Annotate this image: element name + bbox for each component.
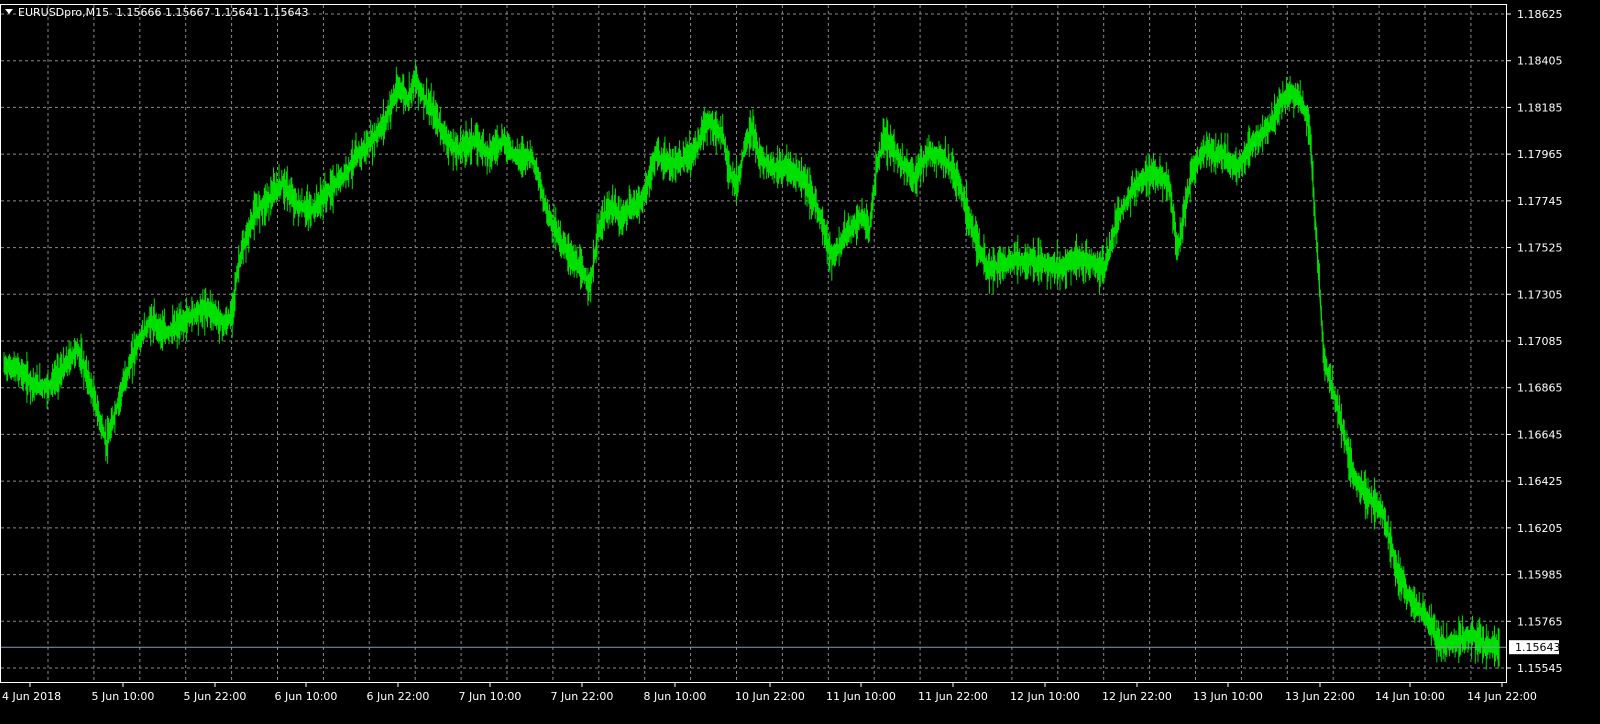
y-tick-label: 1.17965 <box>1517 148 1563 161</box>
price-tag-label: 1.15643 <box>1515 641 1561 654</box>
chart-background <box>0 0 1600 724</box>
y-tick-label: 1.16425 <box>1517 475 1563 488</box>
x-tick-label: 13 Jun 10:00 <box>1193 690 1263 703</box>
y-tick-label: 1.16205 <box>1517 522 1563 535</box>
y-tick-label: 1.18405 <box>1517 55 1563 68</box>
x-tick-label: 6 Jun 22:00 <box>367 690 430 703</box>
y-tick-label: 1.15545 <box>1517 662 1563 675</box>
symbol-label: EURUSDpro,M15 <box>18 6 109 19</box>
chart-header: EURUSDpro,M15 1.15666 1.15667 1.15641 1.… <box>5 6 308 19</box>
x-tick-label: 4 Jun 2018 <box>2 690 61 703</box>
x-tick-label: 7 Jun 10:00 <box>459 690 522 703</box>
x-tick-label: 13 Jun 22:00 <box>1285 690 1355 703</box>
y-tick-label: 1.18185 <box>1517 101 1563 114</box>
ohlc-label: 1.15666 1.15667 1.15641 1.15643 <box>116 6 308 19</box>
x-tick-label: 14 Jun 10:00 <box>1375 690 1445 703</box>
y-tick-label: 1.15765 <box>1517 615 1563 628</box>
y-tick-label: 1.17525 <box>1517 242 1563 255</box>
x-tick-label: 11 Jun 22:00 <box>918 690 988 703</box>
x-tick-label: 11 Jun 10:00 <box>826 690 896 703</box>
y-tick-label: 1.16645 <box>1517 428 1563 441</box>
y-tick-label: 1.15985 <box>1517 569 1563 582</box>
x-tick-label: 10 Jun 22:00 <box>735 690 805 703</box>
x-tick-label: 8 Jun 10:00 <box>644 690 707 703</box>
y-tick-label: 1.17745 <box>1517 195 1563 208</box>
x-tick-label: 5 Jun 10:00 <box>92 690 155 703</box>
x-tick-label: 12 Jun 22:00 <box>1102 690 1172 703</box>
y-tick-label: 1.18625 <box>1517 8 1563 21</box>
x-tick-label: 7 Jun 22:00 <box>551 690 614 703</box>
y-tick-label: 1.16865 <box>1517 382 1563 395</box>
x-tick-label: 5 Jun 22:00 <box>184 690 247 703</box>
x-tick-label: 14 Jun 22:00 <box>1467 690 1537 703</box>
x-tick-label: 12 Jun 10:00 <box>1010 690 1080 703</box>
y-tick-label: 1.17305 <box>1517 288 1563 301</box>
x-tick-label: 6 Jun 10:00 <box>275 690 338 703</box>
price-chart[interactable]: 1.15643 1.18625 1.18405 1.18185 1.17965 1.17… <box>0 0 1600 724</box>
y-tick-label: 1.17085 <box>1517 335 1563 348</box>
